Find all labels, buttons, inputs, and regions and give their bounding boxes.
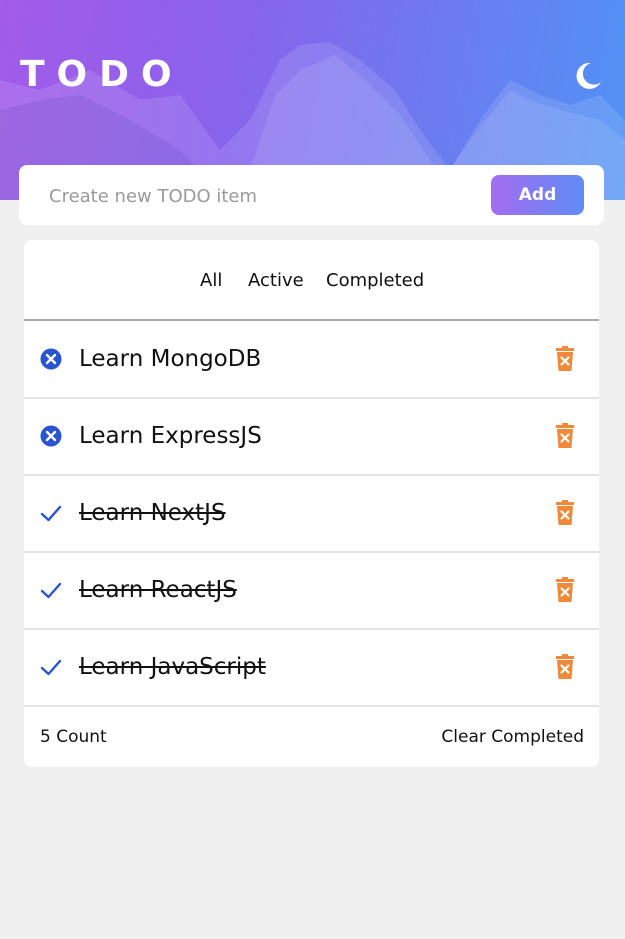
filter-completed[interactable]: Completed [326, 270, 424, 291]
todo-item: Learn JavaScript [24, 630, 599, 707]
moon-icon[interactable] [570, 58, 606, 94]
todo-list: Learn MongoDB Learn ExpressJS Learn Next… [24, 322, 599, 707]
new-todo-input[interactable] [49, 179, 489, 213]
check-icon[interactable] [40, 656, 62, 678]
todo-footer: 5 Count Clear Completed [24, 707, 599, 767]
todo-item: Learn MongoDB [24, 322, 599, 399]
todo-item: Learn ExpressJS [24, 399, 599, 476]
todo-item: Learn NextJS [24, 476, 599, 553]
todo-text: Learn JavaScript [79, 654, 266, 680]
trash-icon[interactable] [553, 577, 577, 603]
filter-bar: All Active Completed [24, 240, 599, 321]
todo-text: Learn ExpressJS [79, 423, 262, 449]
filter-active[interactable]: Active [248, 270, 304, 291]
trash-icon[interactable] [553, 654, 577, 680]
todo-card: All Active Completed Learn MongoDB Learn… [24, 240, 599, 767]
check-icon[interactable] [40, 579, 62, 601]
todo-text: Learn ReactJS [79, 577, 237, 603]
new-todo-bar: Add [19, 165, 604, 225]
todo-item: Learn ReactJS [24, 553, 599, 630]
trash-icon[interactable] [553, 500, 577, 526]
clear-completed-button[interactable]: Clear Completed [441, 727, 584, 747]
circle-x-icon[interactable] [40, 425, 62, 447]
add-button[interactable]: Add [491, 175, 584, 215]
filter-all[interactable]: All [200, 270, 222, 291]
todo-text: Learn MongoDB [79, 346, 262, 372]
app-title: TODO [20, 54, 184, 95]
circle-x-icon[interactable] [40, 348, 62, 370]
trash-icon[interactable] [553, 346, 577, 372]
item-count: 5 Count [40, 727, 107, 747]
todo-text: Learn NextJS [79, 500, 226, 526]
trash-icon[interactable] [553, 423, 577, 449]
check-icon[interactable] [40, 502, 62, 524]
